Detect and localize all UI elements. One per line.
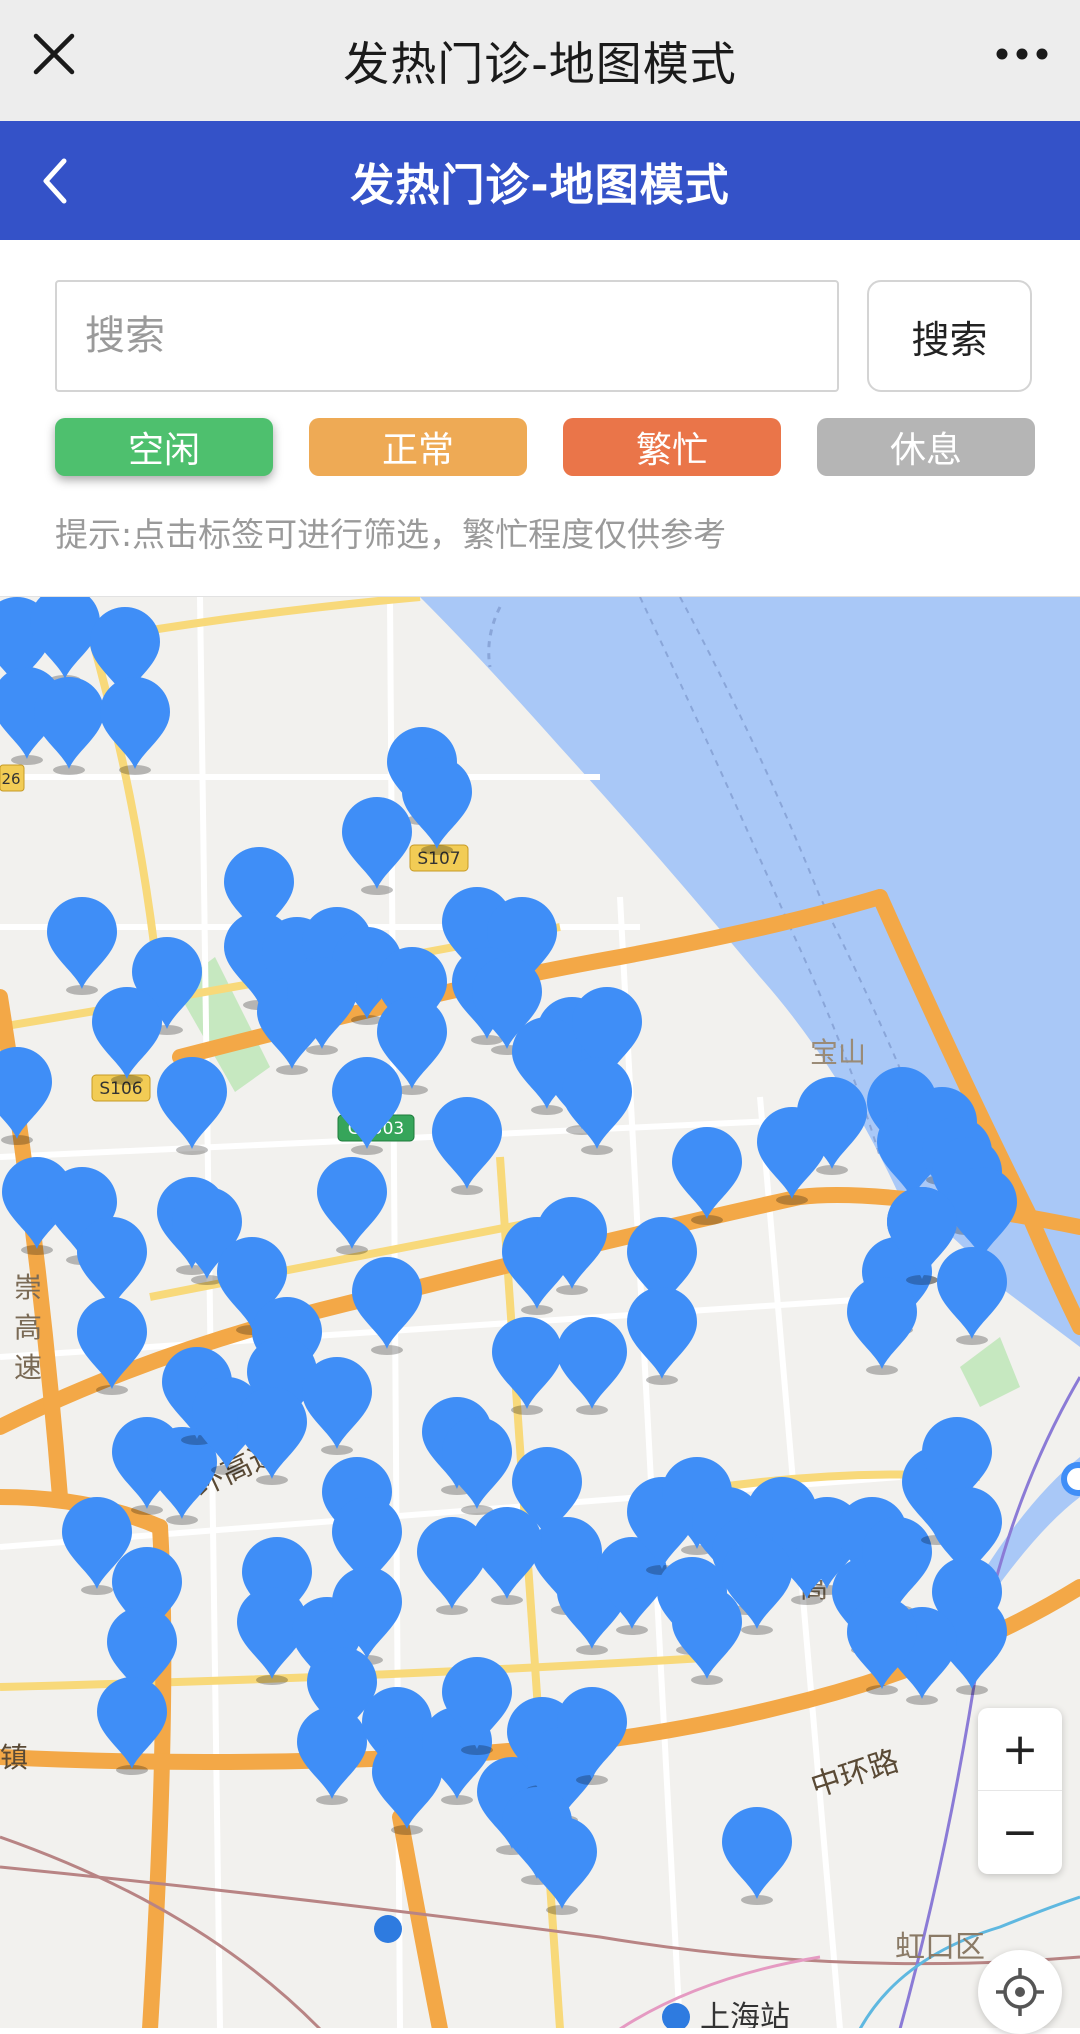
road-label-zhonghuan: 中环路	[807, 1744, 903, 1805]
more-icon[interactable]	[994, 34, 1050, 74]
filter-hint: 提示:点击标签可进行筛选，繁忙程度仅供参考	[55, 515, 727, 554]
window-title: 发热门诊-地图模式	[343, 36, 737, 91]
hospital-marker[interactable]	[350, 1257, 424, 1355]
zoom-in-button[interactable]: +	[978, 1708, 1062, 1791]
station-label-shanghai: 上海站	[700, 2000, 790, 2028]
hospital-marker[interactable]	[555, 1317, 629, 1415]
search-input[interactable]	[55, 280, 839, 392]
hospital-marker[interactable]	[625, 1287, 699, 1385]
district-label-baoshan: 宝山	[810, 1036, 866, 1069]
back-icon[interactable]	[34, 151, 74, 211]
hospital-marker[interactable]	[300, 1357, 374, 1455]
hospital-marker[interactable]	[845, 1597, 919, 1695]
hospital-marker[interactable]	[845, 1277, 919, 1375]
road-label-su: 速	[14, 1351, 42, 1384]
hospital-marker[interactable]	[32, 677, 106, 775]
hospital-marker[interactable]	[490, 1317, 564, 1415]
hospital-marker[interactable]	[90, 987, 164, 1085]
filter-tag-rest[interactable]: 休息	[817, 418, 1035, 476]
locate-icon	[996, 1968, 1044, 2016]
hospital-marker[interactable]	[0, 1047, 54, 1145]
hospital-marker[interactable]	[795, 1077, 869, 1175]
hospital-marker[interactable]	[440, 1417, 514, 1515]
hospital-marker[interactable]	[95, 1677, 169, 1775]
hospital-marker[interactable]	[45, 897, 119, 995]
hospital-marker[interactable]	[340, 797, 414, 895]
hospital-marker[interactable]	[98, 677, 172, 775]
filter-tag-busy[interactable]: 繁忙	[563, 418, 781, 476]
hospital-marker[interactable]	[295, 1707, 369, 1805]
hospital-marker[interactable]	[235, 1387, 309, 1485]
zoom-out-button[interactable]: −	[978, 1791, 1062, 1874]
hospital-marker[interactable]	[670, 1127, 744, 1225]
filter-tag-normal[interactable]: 正常	[309, 418, 527, 476]
road-label-gao: 高	[14, 1311, 42, 1344]
district-label-hongkou: 虹口区	[895, 1930, 985, 1965]
hospital-marker[interactable]	[285, 957, 359, 1055]
hospital-marker[interactable]	[315, 1157, 389, 1255]
close-icon[interactable]	[30, 30, 78, 78]
hospital-marker[interactable]	[560, 1057, 634, 1155]
filter-tag-idle[interactable]: 空闲	[55, 418, 273, 476]
road-label-chong: 崇	[14, 1271, 42, 1304]
search-button[interactable]: 搜索	[867, 280, 1032, 392]
map-view[interactable]: S107 S106 G1503 26 宝山 崇 高 速 中环路 环高速 镇 上海…	[0, 596, 1080, 2028]
page-header: 发热门诊-地图模式	[0, 121, 1080, 240]
hospital-marker[interactable]	[75, 1297, 149, 1395]
hospital-marker[interactable]	[720, 1807, 794, 1905]
hospital-marker[interactable]	[935, 1247, 1009, 1345]
hospital-marker[interactable]	[155, 1057, 229, 1155]
locate-button[interactable]	[978, 1950, 1062, 2034]
hospital-marker[interactable]	[525, 1817, 599, 1915]
place-label-zhen: 镇	[0, 1741, 28, 1774]
hospital-marker[interactable]	[440, 1657, 514, 1755]
wechat-title-bar: 发热门诊-地图模式	[0, 0, 1080, 121]
hospital-marker[interactable]	[555, 1687, 629, 1785]
road-label-26: 26	[1, 770, 20, 788]
page-title: 发热门诊-地图模式	[350, 159, 730, 211]
hospital-marker[interactable]	[415, 1517, 489, 1615]
zoom-controls: + −	[978, 1708, 1062, 1874]
hospital-marker[interactable]	[330, 1057, 404, 1155]
hospital-marker[interactable]	[670, 1587, 744, 1685]
hospital-marker[interactable]	[430, 1097, 504, 1195]
hospital-marker[interactable]	[535, 1197, 609, 1295]
